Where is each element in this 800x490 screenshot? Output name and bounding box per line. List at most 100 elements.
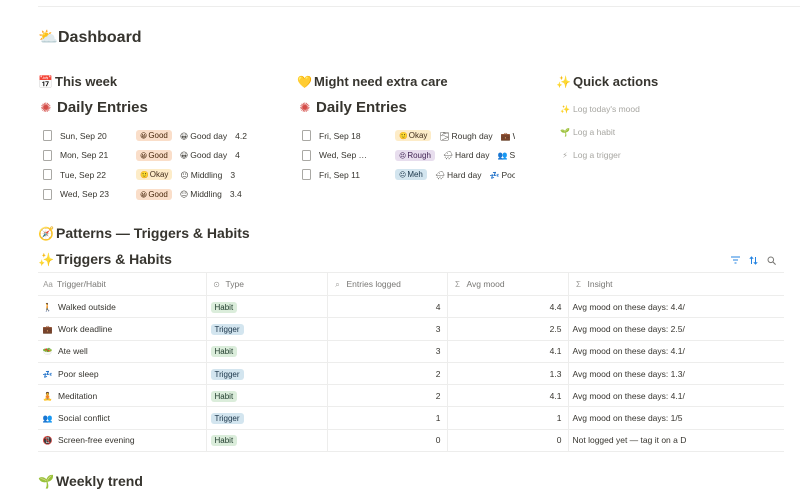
name-cell[interactable]: 💤 Poor sleep	[38, 362, 206, 386]
grinning-face-icon: 😀	[179, 131, 189, 141]
entries-cell[interactable]: 1	[326, 406, 447, 430]
mood-score: 4	[235, 150, 240, 161]
entries-cell[interactable]: 4	[326, 295, 447, 319]
briefcase-icon: 💼	[42, 324, 53, 334]
type-pill: Habit	[210, 301, 238, 313]
insight-cell[interactable]: Avg mood on these days: 4.1/	[567, 340, 784, 363]
insight-cell[interactable]: Avg mood on these days: 4.4/	[567, 295, 784, 319]
insight-cell[interactable]: Avg mood on these days: 1.3/	[567, 362, 784, 386]
avg-mood-cell[interactable]: 2.5	[446, 317, 568, 341]
seedling-icon: 🌱	[560, 128, 570, 137]
insight-cell[interactable]: Avg mood on these days: 1/5	[567, 406, 784, 430]
type-pill: Habit	[210, 346, 238, 358]
table-row[interactable]: 💼 Work deadline Trigger 3 2.5 Avg mood on the…	[38, 317, 784, 341]
briefcase-icon: 💼	[500, 131, 511, 141]
type-cell[interactable]: Habit	[205, 295, 327, 319]
column-header-insight[interactable]: Σ Insight	[567, 272, 784, 296]
entries-cell[interactable]: 3	[326, 340, 447, 363]
mood-pill: 😀Good	[136, 130, 172, 142]
insight-cell[interactable]: Avg mood on these days: 2.5/	[567, 317, 784, 341]
neutral-face-icon: 😐	[399, 171, 407, 180]
daily-entries-view-title[interactable]: ✺ Daily Entries	[297, 97, 515, 119]
day-label: Good day	[190, 150, 228, 161]
avg-mood-cell[interactable]: 0	[446, 429, 568, 453]
entry-date: Mon, Sep 21	[60, 150, 109, 161]
name-cell[interactable]: 🥗 Ate well	[38, 340, 206, 363]
column-header-avg-mood[interactable]: Σ Avg mood	[446, 272, 568, 296]
persevering-face-icon: 😣	[399, 151, 407, 160]
log-trigger-button[interactable]: ⚡ Log a trigger	[560, 144, 776, 167]
name-cell[interactable]: 🧘 Meditation	[38, 384, 206, 408]
avg-mood-cell[interactable]: 4.1	[446, 384, 568, 408]
page-icon	[43, 149, 52, 161]
entry-row[interactable]: Wed, Sep … 😣Rough 🌧Hard day 👥Soci	[297, 146, 515, 166]
fog-icon: 🌫	[439, 131, 450, 141]
zzz-icon: 💤	[489, 170, 500, 180]
entry-row[interactable]: Fri, Sep 11 😐Meh 🌧Hard day 💤Poor s	[297, 165, 515, 185]
formula-sigma-icon: Σ	[576, 280, 581, 289]
entry-row[interactable]: Wed, Sep 23 😀Good 😐 Middling 3.4	[38, 185, 253, 205]
sun-behind-cloud-icon: ⛅	[38, 27, 58, 46]
entry-row[interactable]: Mon, Sep 21 😀Good 😀 Good day 4	[38, 146, 253, 166]
name-cell[interactable]: 👥 Social conflict	[38, 406, 206, 430]
row-name: Walked outside	[58, 301, 116, 312]
name-cell[interactable]: 📵 Screen-free evening	[38, 429, 206, 453]
trigger-tag: 👥Soci	[498, 150, 515, 160]
type-cell[interactable]: Habit	[205, 340, 327, 363]
lightning-icon: ⚡	[562, 151, 568, 160]
meditation-icon: 🧘	[42, 391, 53, 401]
entry-date: Tue, Sep 22	[60, 169, 106, 180]
table-row[interactable]: 🧘 Meditation Habit 2 4.1 Avg mood on these da…	[38, 384, 784, 408]
search-icon[interactable]	[766, 255, 776, 265]
mood-pill: 😣Rough	[395, 149, 435, 161]
column-header-entries[interactable]: ⌕ Entries logged	[326, 272, 447, 296]
entry-row[interactable]: Sun, Sep 20 😀Good 😀 Good day 4.2	[38, 126, 253, 146]
name-cell[interactable]: 💼 Work deadline	[38, 317, 206, 341]
type-cell[interactable]: Trigger	[205, 362, 327, 386]
log-habit-button[interactable]: 🌱 Log a habit	[560, 121, 776, 144]
mood-label: Meh	[407, 170, 423, 180]
entries-cell[interactable]: 3	[326, 317, 447, 341]
mood-score: 4.2	[235, 130, 247, 141]
trigger-tag-label: Poor s	[501, 169, 516, 180]
sort-icon[interactable]	[748, 255, 758, 265]
insight-cell[interactable]: Avg mood on these days: 4.1/	[567, 384, 784, 408]
avg-mood-cell[interactable]: 4.1	[446, 340, 568, 363]
entries-cell[interactable]: 2	[326, 384, 447, 408]
table-row[interactable]: 🚶 Walked outside Habit 4 4.4 Avg mood on thes…	[38, 295, 784, 319]
mood-pill: 😀Good	[136, 188, 172, 200]
neutral-face-icon: 😐	[180, 170, 189, 180]
people-icon: 👥	[42, 414, 53, 424]
column-header-type[interactable]: ⊙ Type	[205, 272, 327, 296]
log-mood-button[interactable]: ✨ Log today's mood	[560, 98, 776, 121]
mood-score: 3.4	[229, 189, 242, 200]
avg-mood-cell[interactable]: 1.3	[446, 362, 568, 386]
entry-row[interactable]: Fri, Sep 18 🙂Okay 🌫Rough day 💼Wor	[297, 126, 515, 146]
table-row[interactable]: 📵 Screen-free evening Habit 0 0 Not logged ye…	[38, 429, 784, 453]
avg-mood-cell[interactable]: 1	[446, 406, 568, 430]
avg-mood-cell[interactable]: 4.4	[446, 295, 568, 319]
entry-row[interactable]: Tue, Sep 22 🙂Okay 😐 Middling 3	[38, 165, 253, 185]
type-cell[interactable]: Habit	[205, 384, 327, 408]
page-icon	[43, 169, 52, 181]
daily-entries-view-title[interactable]: ✺ Daily Entries	[38, 97, 253, 119]
insight-cell[interactable]: Not logged yet — tag it on a D	[567, 429, 784, 453]
trigger-tag-label: Wor	[513, 131, 515, 141]
mood-score: 3	[230, 169, 236, 180]
entries-cell[interactable]: 0	[326, 429, 447, 453]
day-label: Hard day	[455, 150, 490, 161]
filter-icon[interactable]	[730, 255, 740, 265]
type-cell[interactable]: Habit	[205, 429, 327, 453]
column-header-name[interactable]: Aa Trigger/Habit	[38, 272, 206, 296]
type-cell[interactable]: Trigger	[205, 406, 327, 430]
table-row[interactable]: 🥗 Ate well Habit 3 4.1 Avg mood on these days…	[38, 340, 784, 363]
mood-label: Okay	[408, 131, 428, 141]
triggers-habits-view-title[interactable]: ✨ Triggers & Habits	[38, 251, 172, 268]
type-cell[interactable]: Trigger	[205, 317, 327, 341]
name-cell[interactable]: 🚶 Walked outside	[38, 295, 206, 319]
table-row[interactable]: 💤 Poor sleep Trigger 2 1.3 Avg mood on these …	[38, 362, 784, 386]
entries-cell[interactable]: 2	[326, 362, 447, 386]
day-label: Good day	[190, 130, 228, 141]
neutral-face-icon: 😐	[179, 190, 189, 200]
table-row[interactable]: 👥 Social conflict Trigger 1 1 Avg mood on the…	[38, 406, 784, 430]
